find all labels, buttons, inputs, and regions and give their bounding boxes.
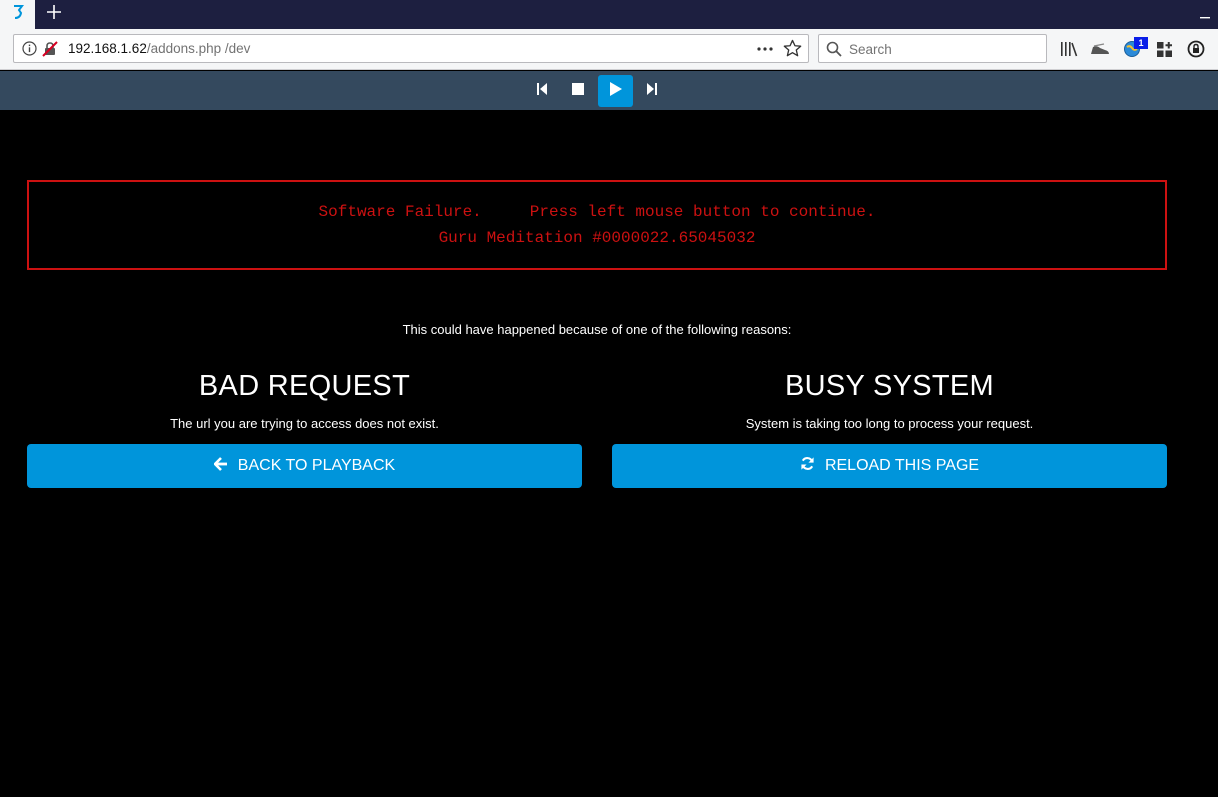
insecure-lock-icon[interactable] <box>42 41 58 62</box>
site-favicon-icon <box>11 4 25 25</box>
new-tab-button[interactable] <box>37 0 71 29</box>
extension-shoe-icon[interactable] <box>1090 39 1110 59</box>
error-line-2: Guru Meditation #0000022.65045032 <box>438 229 756 247</box>
page-actions-icon[interactable] <box>756 40 774 63</box>
minimize-icon <box>1200 6 1210 24</box>
nav-bar: 192.168.1.62/addons.php /dev 1 <box>0 29 1218 70</box>
search-bar[interactable] <box>818 34 1047 63</box>
bad-request-desc: The url you are trying to access does no… <box>170 416 439 431</box>
info-icon[interactable] <box>22 41 37 61</box>
browser-tab[interactable] <box>0 0 35 29</box>
reload-page-label: RELOAD THIS PAGE <box>824 457 980 474</box>
arrow-left-icon <box>213 456 238 476</box>
notification-badge: 1 <box>1134 37 1148 49</box>
tab-strip <box>0 0 1218 29</box>
url-bar[interactable]: 192.168.1.62/addons.php /dev <box>13 34 809 63</box>
busy-system-title: BUSY SYSTEM <box>784 370 995 402</box>
bad-request-title: BAD REQUEST <box>198 370 411 402</box>
url-path: /addons.php /dev <box>146 41 251 56</box>
reasons-intro: This could have happened because of one … <box>402 322 792 337</box>
minimize-button[interactable] <box>1192 0 1218 29</box>
back-to-playback-label: BACK TO PLAYBACK <box>237 457 396 474</box>
stop-button[interactable] <box>560 75 595 107</box>
url-text[interactable]: 192.168.1.62/addons.php /dev <box>68 41 250 56</box>
busy-system-desc: System is taking too long to process you… <box>745 416 1034 431</box>
next-button[interactable] <box>634 75 669 107</box>
library-icon[interactable] <box>1059 39 1079 59</box>
plus-icon <box>47 5 61 24</box>
stop-icon <box>571 82 584 100</box>
url-host: 192.168.1.62 <box>68 41 147 56</box>
guru-meditation-box[interactable]: Software Failure. Press left mouse butto… <box>27 180 1167 270</box>
extensions-icon[interactable] <box>1154 39 1174 59</box>
refresh-icon <box>800 456 825 476</box>
previous-button[interactable] <box>524 75 559 107</box>
back-to-playback-button[interactable]: BACK TO PLAYBACK <box>27 444 582 488</box>
account-lock-icon[interactable] <box>1186 39 1206 59</box>
error-line-1: Software Failure. Press left mouse butto… <box>318 203 876 221</box>
search-input[interactable] <box>849 40 1039 58</box>
search-icon <box>826 41 842 62</box>
reload-page-button[interactable]: RELOAD THIS PAGE <box>612 444 1167 488</box>
play-button[interactable] <box>598 75 633 107</box>
next-icon <box>646 82 657 100</box>
bookmark-star-icon[interactable] <box>783 39 802 63</box>
player-bar <box>0 71 1218 110</box>
play-icon <box>609 81 622 101</box>
previous-icon <box>536 82 547 100</box>
